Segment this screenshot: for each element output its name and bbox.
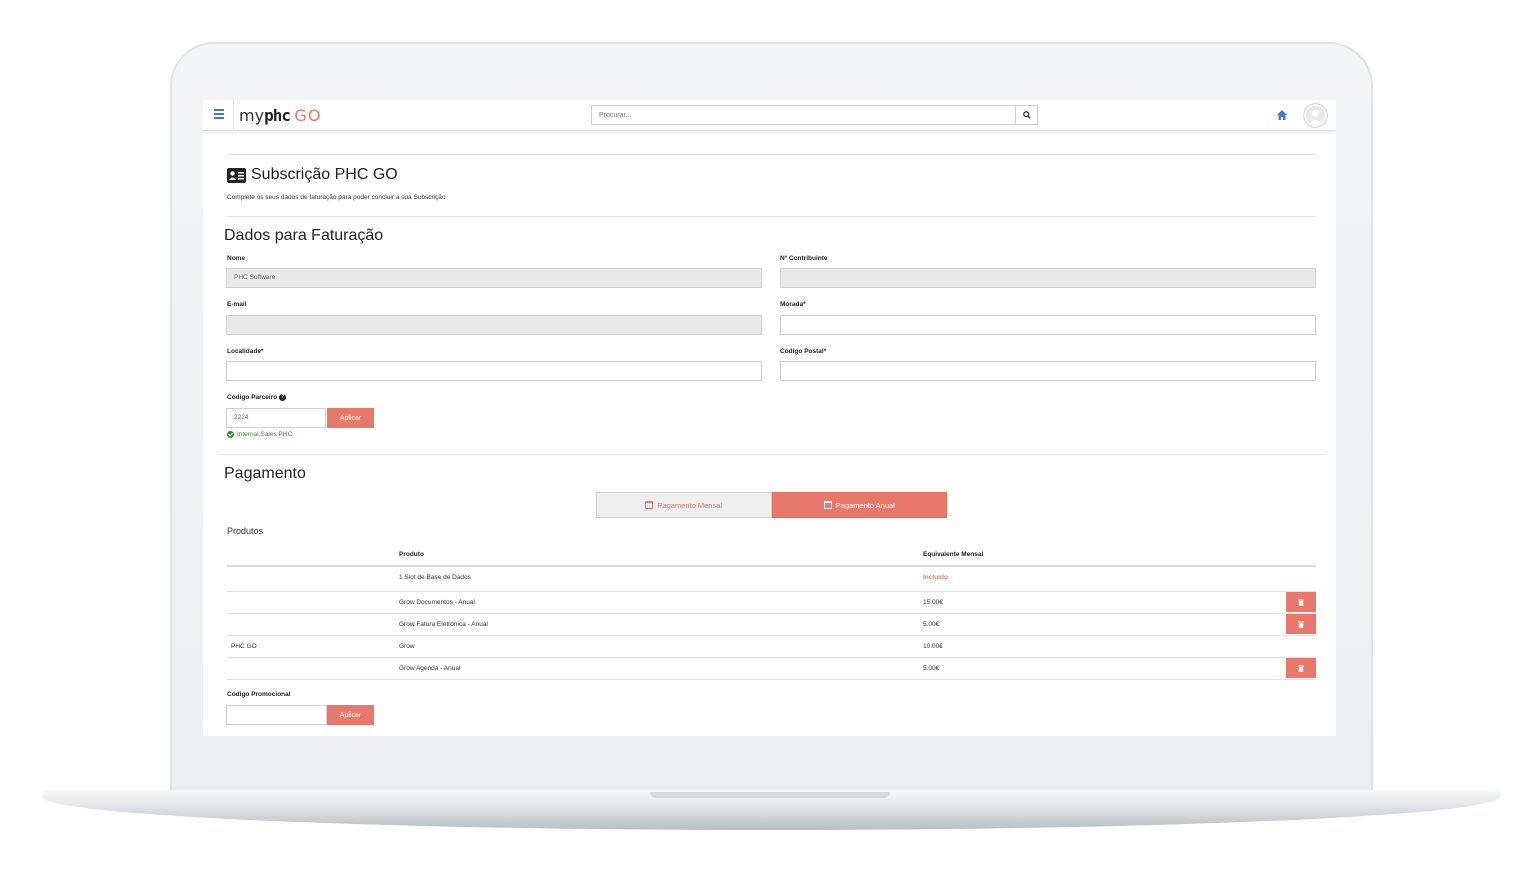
email-field bbox=[226, 315, 762, 335]
morada-label: Morada* bbox=[780, 301, 806, 308]
id-card-icon bbox=[227, 167, 246, 183]
codigo-parceiro-label-text: Código Parceiro bbox=[227, 394, 278, 402]
monthly-payment-label: Pagamento Mensal bbox=[657, 500, 723, 510]
row-product-cell: Grow Fatura Eletrónica - Anual bbox=[399, 621, 488, 628]
nome-label: Nome bbox=[227, 255, 246, 262]
laptop-notch bbox=[650, 792, 890, 798]
trash-icon bbox=[1298, 620, 1304, 628]
page-title-text: Subscrição PHC GO bbox=[251, 166, 398, 183]
delete-product-button[interactable] bbox=[1286, 592, 1316, 612]
codigo-promocional-label: Código Promocional bbox=[227, 691, 291, 698]
search-icon bbox=[1022, 111, 1031, 119]
page-title: Subscrição PHC GO bbox=[227, 166, 398, 184]
divider bbox=[227, 154, 1316, 155]
row-price-cell: 5.00€ bbox=[923, 665, 940, 672]
calendar-icon bbox=[645, 501, 654, 509]
delete-product-button[interactable] bbox=[1286, 614, 1316, 634]
parceiro-status: Internal Sales PHC bbox=[227, 431, 292, 438]
myphcgo-logo[interactable]: myphc GO bbox=[239, 105, 321, 127]
payment-section-title: Pagamento bbox=[224, 465, 306, 482]
search-button[interactable] bbox=[1015, 105, 1038, 125]
row-price-cell: 10.00€ bbox=[923, 643, 943, 650]
home-icon[interactable] bbox=[1276, 109, 1288, 121]
app-screen: myphc GO Subscrição PHC GO Complete os s… bbox=[203, 100, 1336, 736]
search-input[interactable] bbox=[591, 105, 1016, 125]
row-price-cell: 15.00€ bbox=[923, 599, 943, 606]
billing-section-title: Dados para Faturação bbox=[224, 227, 384, 244]
trash-icon bbox=[1298, 598, 1304, 606]
codigo-promocional-input[interactable] bbox=[226, 705, 327, 725]
row-group-cell: PHC GO bbox=[231, 643, 257, 650]
email-label: E-mail bbox=[227, 301, 247, 308]
calendar-icon bbox=[823, 501, 832, 509]
apply-parceiro-button[interactable]: Aplicar bbox=[327, 408, 374, 428]
row-product-cell: Grow bbox=[399, 643, 415, 650]
contribuinte-label: Nº Contribuinte bbox=[780, 255, 828, 262]
morada-field[interactable] bbox=[780, 315, 1316, 335]
row-product-cell: 1 Slot de Base de Dados bbox=[399, 574, 471, 581]
search-bar bbox=[591, 105, 1039, 125]
apply-promo-button[interactable]: Aplicar bbox=[327, 705, 374, 725]
codigo-parceiro-input[interactable]: 2224 ▲▼ bbox=[226, 408, 343, 428]
hamburger-menu-icon[interactable] bbox=[214, 109, 224, 119]
logo-go-text: GO bbox=[294, 106, 322, 125]
products-label: Produtos bbox=[227, 526, 264, 536]
page-subtitle: Complete os seus dados de faturação para… bbox=[227, 194, 446, 201]
parceiro-status-text: Internal Sales PHC bbox=[237, 431, 293, 438]
top-navbar: myphc GO bbox=[203, 100, 1336, 131]
row-product-cell: Grow Documentos - Anual bbox=[399, 599, 475, 606]
codigo-parceiro-value: 2224 bbox=[234, 414, 249, 421]
nome-field: PHC Software bbox=[226, 268, 762, 288]
localidade-field[interactable] bbox=[226, 361, 762, 381]
products-table: Produto Equivalente Mensal 1 Slot de Bas… bbox=[227, 545, 1316, 680]
logo-my-text: my bbox=[239, 106, 265, 125]
table-row: Grow Agenda - Anual 5.00€ bbox=[227, 658, 1316, 680]
localidade-label: Localidade* bbox=[227, 348, 264, 355]
monthly-payment-button[interactable]: Pagamento Mensal bbox=[596, 492, 772, 518]
user-avatar[interactable] bbox=[1304, 104, 1327, 127]
codigo-postal-label: Código Postal* bbox=[780, 348, 827, 355]
annual-payment-button[interactable]: Pagamento Anual bbox=[771, 492, 947, 518]
table-row: PHC GO Grow 10.00€ bbox=[227, 636, 1316, 658]
row-price-cell: Incluído bbox=[923, 574, 948, 581]
annual-payment-label: Pagamento Anual bbox=[835, 500, 895, 510]
header-equivalente-mensal: Equivalente Mensal bbox=[923, 551, 984, 558]
codigo-postal-field[interactable] bbox=[780, 361, 1316, 381]
table-row: Grow Documentos - Anual 15.00€ bbox=[227, 592, 1316, 614]
row-product-cell: Grow Agenda - Anual bbox=[399, 665, 461, 672]
table-row: Grow Fatura Eletrónica - Anual 5.00€ bbox=[227, 614, 1316, 636]
delete-product-button[interactable] bbox=[1286, 658, 1316, 678]
codigo-parceiro-label: Código Parceiro? bbox=[227, 394, 287, 402]
table-header: Produto Equivalente Mensal bbox=[227, 545, 1316, 567]
logo-phc-text: phc bbox=[264, 106, 291, 125]
user-silhouette-icon bbox=[1308, 109, 1323, 125]
row-price-cell: 5.00€ bbox=[923, 621, 940, 628]
check-circle-icon bbox=[227, 431, 234, 438]
divider bbox=[227, 216, 1316, 217]
divider bbox=[218, 454, 1326, 455]
header-produto: Produto bbox=[399, 551, 424, 558]
table-row: 1 Slot de Base de Dados Incluído bbox=[227, 567, 1316, 592]
trash-icon bbox=[1298, 664, 1304, 672]
payment-period-toggle: Pagamento Mensal Pagamento Anual bbox=[596, 492, 947, 518]
navbar-divider bbox=[233, 100, 234, 131]
main-content: Subscrição PHC GO Complete os seus dados… bbox=[203, 131, 1336, 736]
help-icon[interactable]: ? bbox=[279, 394, 287, 401]
contribuinte-field bbox=[780, 268, 1316, 288]
